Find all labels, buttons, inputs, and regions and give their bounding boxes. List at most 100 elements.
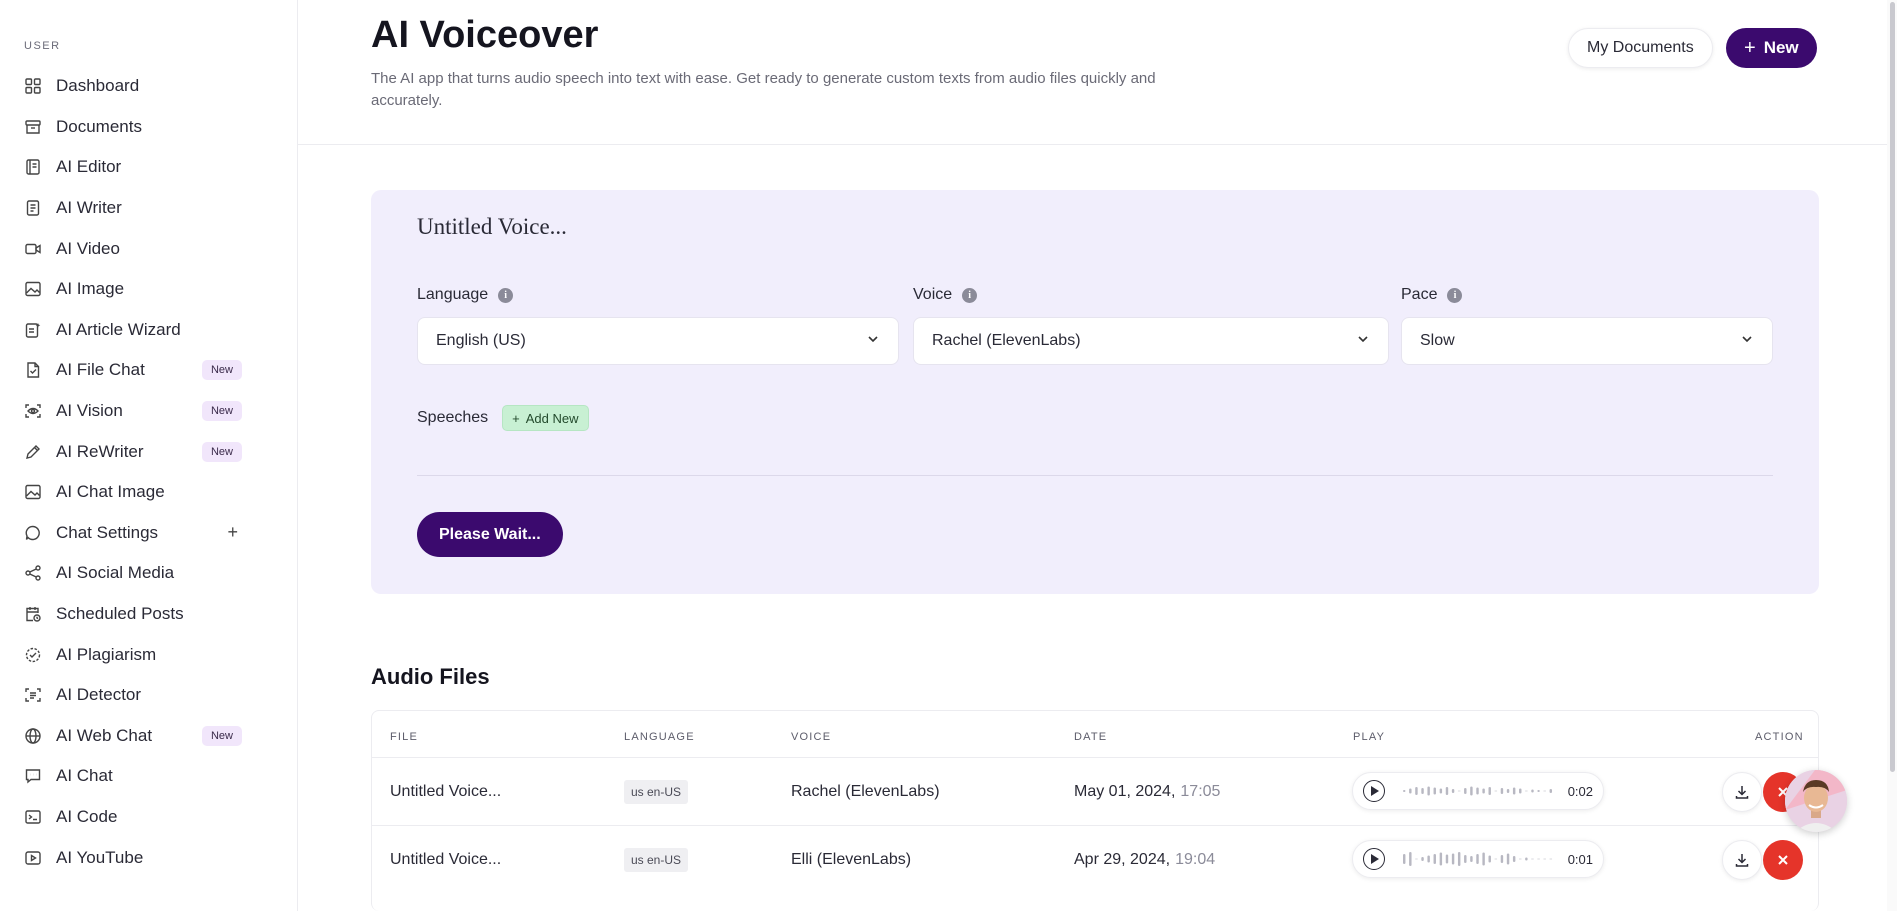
voice-select[interactable]: Rachel (ElevenLabs) [913, 317, 1389, 365]
pace-label: Pace i [1401, 286, 1463, 304]
table-row: Untitled Voice... us en-US Rachel (Eleve… [372, 757, 1818, 826]
sidebar-item-chat-settings[interactable]: Chat Settings + [0, 513, 298, 554]
new-button-label: New [1763, 38, 1799, 57]
page-title: AI Voiceover [371, 14, 599, 56]
sidebar-item-ai-web-chat[interactable]: AI Web Chat New [0, 716, 298, 757]
language-select-value: English (US) [436, 332, 526, 349]
chevron-down-icon [1356, 332, 1370, 351]
info-icon[interactable]: i [498, 287, 514, 303]
globe-icon [24, 727, 42, 745]
expand-plus-icon[interactable]: + [227, 522, 238, 543]
language-select[interactable]: English (US) [417, 317, 899, 365]
youtube-icon [24, 849, 42, 867]
language-label-text: Language [417, 286, 489, 303]
assistant-avatar[interactable] [1785, 770, 1847, 832]
scan-text-icon [24, 686, 42, 704]
sidebar-item-ai-file-chat[interactable]: AI File Chat New [0, 350, 298, 391]
pace-select[interactable]: Slow [1401, 317, 1773, 365]
sidebar-item-ai-chat[interactable]: AI Chat [0, 756, 298, 797]
sidebar-item-ai-image[interactable]: AI Image [0, 269, 298, 310]
voice-label-text: Voice [913, 286, 953, 303]
page-header: AI Voiceover The AI app that turns audio… [298, 0, 1897, 145]
sidebar-item-ai-writer[interactable]: AI Writer [0, 188, 298, 229]
add-new-label: Add New [525, 410, 579, 426]
play-icon[interactable] [1363, 848, 1385, 870]
sidebar-item-label: AI Article Wizard [56, 319, 181, 339]
message-icon [24, 767, 42, 785]
info-icon[interactable]: i [962, 287, 978, 303]
new-badge: New [201, 441, 242, 462]
sidebar-item-ai-plagiarism[interactable]: AI Plagiarism [0, 634, 298, 675]
audio-duration: 0:01 [1567, 851, 1593, 867]
pace-select-value: Slow [1420, 332, 1455, 349]
language-cell: us en-US [624, 758, 689, 826]
new-badge: New [201, 725, 242, 746]
sidebar-section-label: USER [24, 40, 61, 52]
image-icon [24, 483, 42, 501]
sidebar-item-ai-code[interactable]: AI Code [0, 797, 298, 838]
sidebar-item-label: Chat Settings [56, 522, 159, 542]
file-name: Untitled Voice... [390, 851, 502, 868]
file-icon [24, 361, 42, 379]
sidebar-item-label: AI Chat Image [56, 482, 165, 502]
new-button[interactable]: + New [1726, 28, 1817, 68]
sidebar-item-ai-youtube[interactable]: AI YouTube [0, 837, 298, 878]
language-cell: us en-US [624, 826, 689, 894]
generate-button[interactable]: Please Wait... [417, 512, 563, 557]
plus-icon: + [512, 410, 520, 426]
date-value: May 01, 2024, [1074, 783, 1176, 800]
my-documents-button[interactable]: My Documents [1568, 28, 1713, 68]
chat-bubble-icon [24, 524, 42, 542]
sidebar-item-label: AI ReWriter [56, 441, 144, 461]
download-icon[interactable] [1722, 840, 1762, 880]
sidebar-item-ai-article-wizard[interactable]: AI Article Wizard [0, 310, 298, 351]
sidebar-item-dashboard[interactable]: Dashboard [0, 66, 298, 107]
pace-label-text: Pace [1401, 286, 1438, 303]
sidebar-item-label: AI Detector [56, 685, 142, 705]
column-header-action: ACTION [1755, 731, 1804, 743]
sidebar-item-label: AI File Chat [56, 360, 145, 380]
editor-icon [24, 158, 42, 176]
new-badge: New [201, 360, 242, 381]
share-icon [24, 564, 42, 582]
waveform[interactable] [1403, 849, 1556, 869]
sidebar-item-label: AI Social Media [56, 563, 175, 583]
play-icon[interactable] [1363, 780, 1385, 802]
sidebar-item-ai-editor[interactable]: AI Editor [0, 147, 298, 188]
audio-player: 0:02 [1352, 772, 1604, 810]
sidebar-item-ai-detector[interactable]: AI Detector [0, 675, 298, 716]
archive-icon [24, 118, 42, 136]
new-badge: New [201, 401, 242, 422]
sidebar-item-label: AI Plagiarism [56, 644, 157, 664]
voice-cell: Rachel (ElevenLabs) [791, 783, 940, 800]
sidebar-item-label: AI Vision [56, 401, 123, 421]
download-icon[interactable] [1722, 772, 1762, 812]
add-new-speech-button[interactable]: + Add New [502, 405, 589, 431]
speeches-label: Speeches [417, 409, 489, 426]
audio-files-table: FILE LANGUAGE VOICE DATE PLAY ACTION Unt… [371, 710, 1819, 911]
sidebar-item-label: Documents [56, 116, 142, 136]
sidebar-item-ai-video[interactable]: AI Video [0, 228, 298, 269]
scrollbar-thumb[interactable] [1890, 2, 1895, 772]
waveform[interactable] [1403, 781, 1556, 801]
sidebar-item-label: AI Writer [56, 198, 122, 218]
page-description: The AI app that turns audio speech into … [371, 70, 1156, 109]
voice-title-input[interactable]: Untitled Voice... [417, 214, 567, 240]
pen-icon [24, 443, 42, 461]
speeches-row: Speeches + Add New [417, 405, 589, 431]
sidebar-item-label: Scheduled Posts [56, 604, 184, 624]
sidebar-item-scheduled-posts[interactable]: Scheduled Posts [0, 594, 298, 635]
sidebar-item-label: AI Web Chat [56, 725, 153, 745]
table-row: Untitled Voice... us en-US Elli (ElevenL… [372, 825, 1818, 894]
delete-icon[interactable] [1763, 840, 1803, 880]
sidebar-item-ai-social-media[interactable]: AI Social Media [0, 553, 298, 594]
sidebar-item-documents[interactable]: Documents [0, 107, 298, 148]
info-icon[interactable]: i [1447, 287, 1463, 303]
sidebar-item-ai-rewriter[interactable]: AI ReWriter New [0, 431, 298, 472]
language-label: Language i [417, 286, 514, 304]
sidebar-item-ai-chat-image[interactable]: AI Chat Image [0, 472, 298, 513]
sidebar-item-label: AI Editor [56, 157, 122, 177]
document-icon [24, 199, 42, 217]
sidebar: USER Dashboard Documents AI Editor AI Write… [0, 0, 298, 911]
sidebar-item-ai-vision[interactable]: AI Vision New [0, 391, 298, 432]
